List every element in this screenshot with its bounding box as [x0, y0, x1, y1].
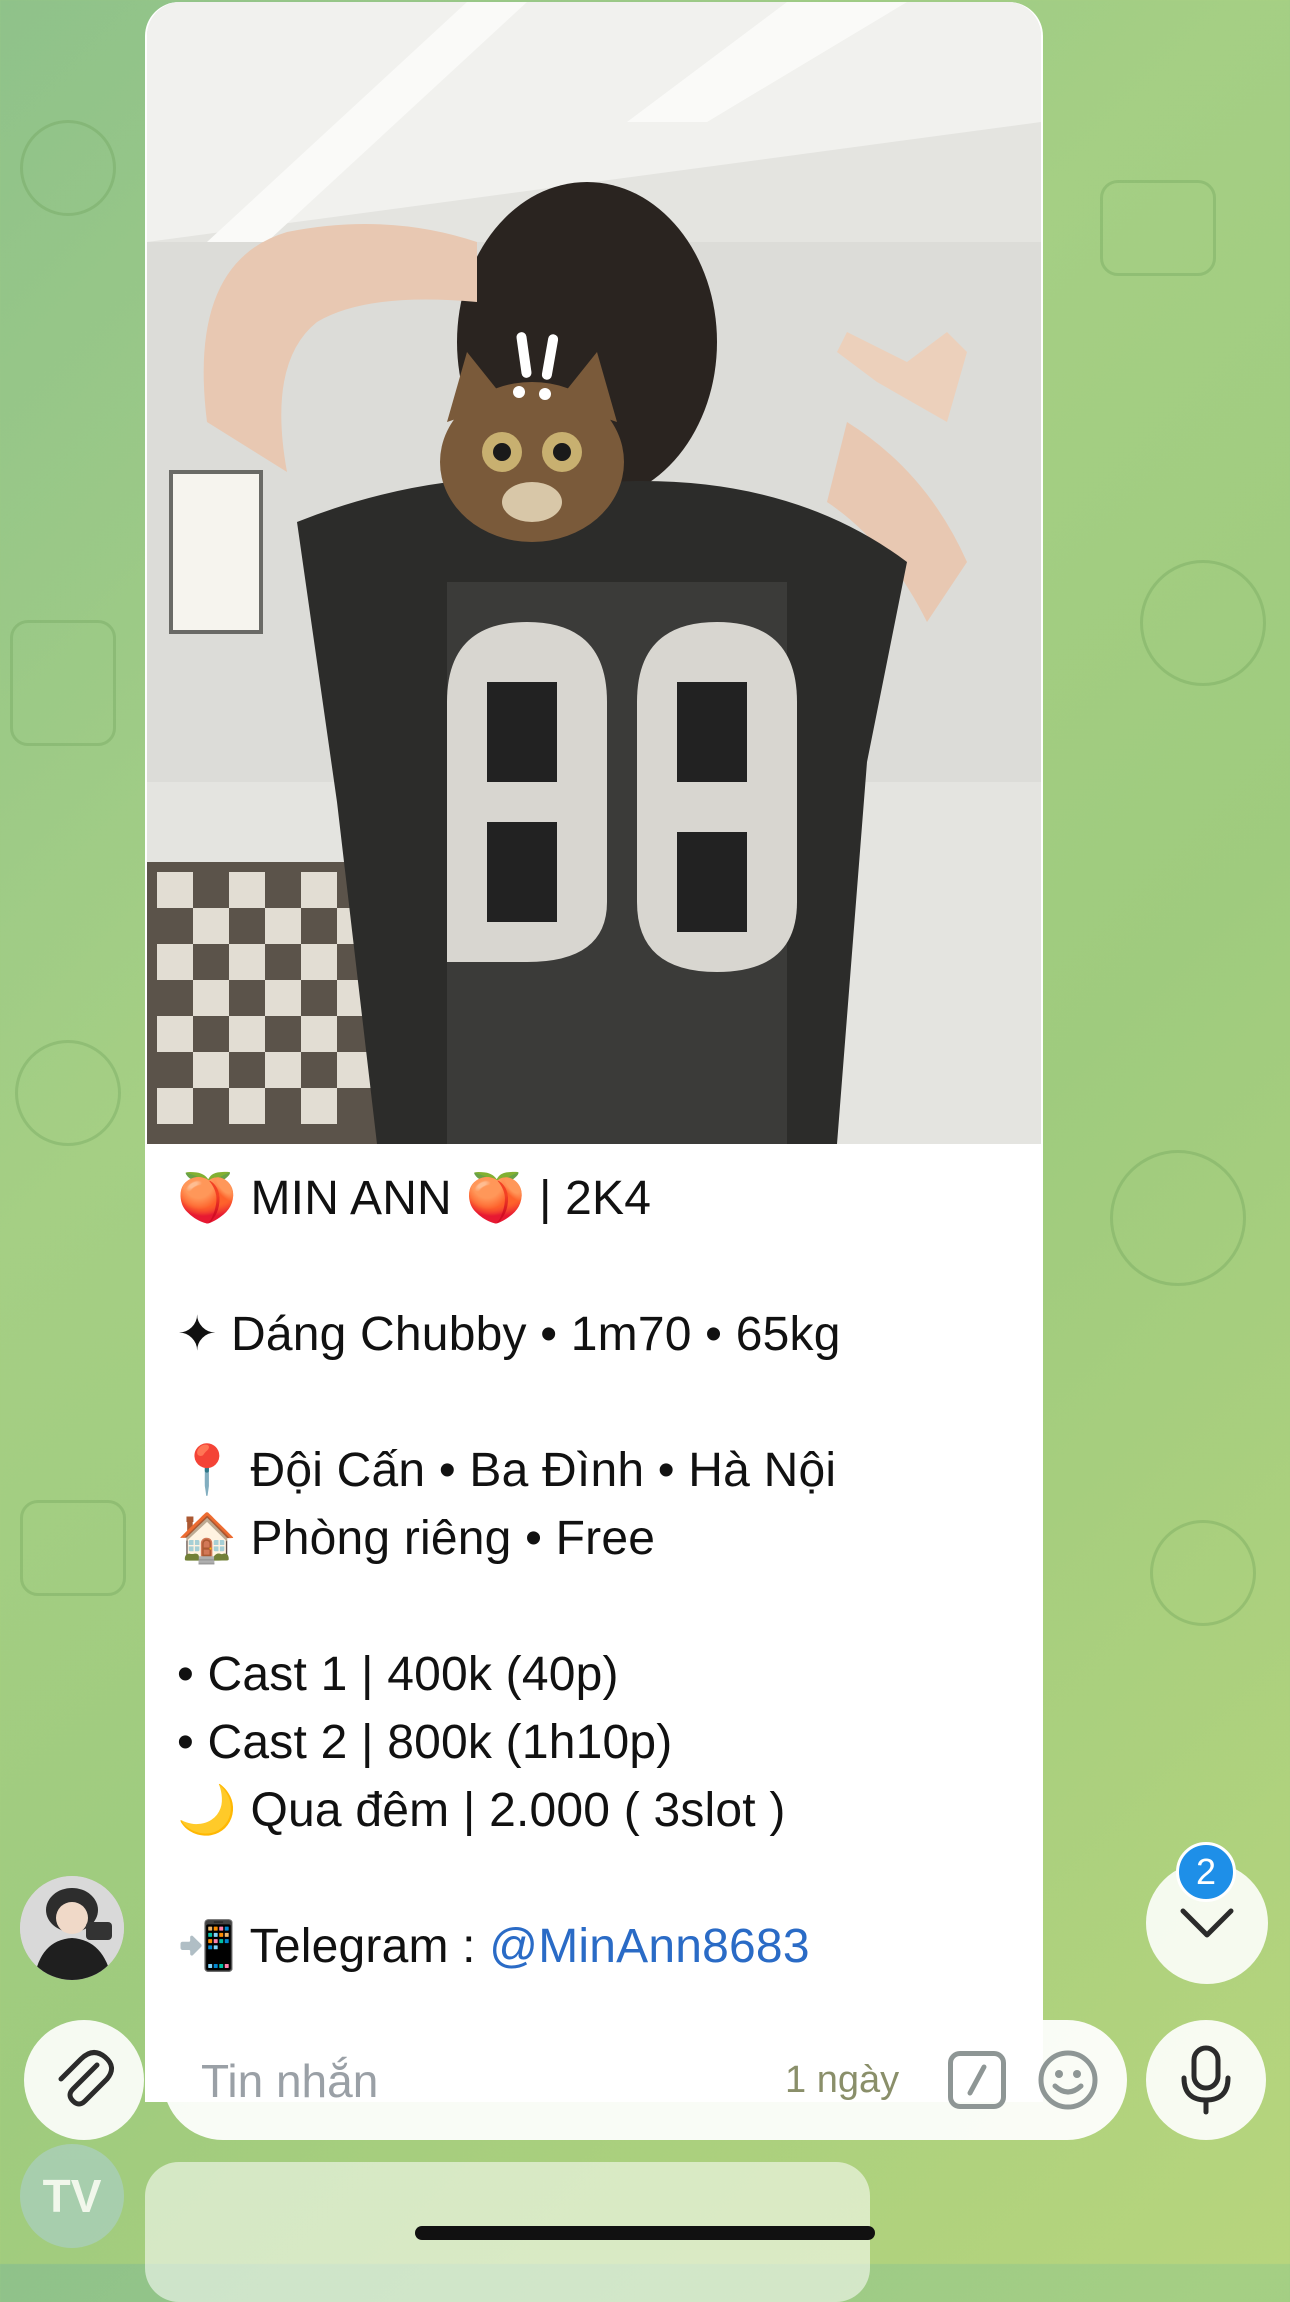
- self-destruct-timer[interactable]: 1 ngày: [785, 2020, 899, 2140]
- caption-body-type: ✦ Dáng Chubby • 1m70 • 65kg: [177, 1308, 841, 1361]
- wallpaper-doodle: [1150, 1520, 1256, 1626]
- wallpaper-doodle: [20, 120, 116, 216]
- caption-telegram: 📲 Telegram : @MinAnn8683: [177, 1913, 1017, 1981]
- message-input[interactable]: [199, 2020, 743, 2142]
- photo-image: [147, 2, 1041, 1144]
- message-caption: 🍑 MIN ANN 🍑 | 2K4 ✦ Dáng Chubby • 1m70 •…: [177, 1165, 1017, 1981]
- telegram-username-link[interactable]: @MinAnn8683: [489, 1920, 809, 1973]
- caption-overnight: 🌙 Qua đêm | 2.000 ( 3slot ): [177, 1784, 786, 1837]
- attach-button[interactable]: [24, 2020, 144, 2140]
- unread-count-badge: 2: [1176, 1842, 1236, 1902]
- microphone-icon: [1181, 2045, 1231, 2115]
- caption-title: 🍑 MIN ANN 🍑 | 2K4: [177, 1172, 652, 1225]
- caption-room: 🏠 Phòng riêng • Free: [177, 1512, 656, 1565]
- caption-telegram-prefix: 📲 Telegram :: [177, 1920, 490, 1973]
- caption-cast2: • Cast 2 | 800k (1h10p): [177, 1716, 673, 1769]
- wallpaper-doodle: [1140, 560, 1266, 686]
- emoji-sticker-icon[interactable]: [1036, 2048, 1100, 2112]
- message-bubble[interactable]: 🍑 MIN ANN 🍑 | 2K4 ✦ Dáng Chubby • 1m70 •…: [145, 2, 1043, 2102]
- bot-commands-button[interactable]: [948, 2051, 1006, 2109]
- sender-avatar-initials[interactable]: TV: [20, 2144, 124, 2248]
- caption-location: 📍 Đội Cấn • Ba Đình • Hà Nội: [177, 1444, 837, 1497]
- wallpaper-doodle: [15, 1040, 121, 1146]
- message-photo[interactable]: [147, 2, 1041, 1144]
- wallpaper-doodle: [10, 620, 116, 746]
- wallpaper-doodle: [1100, 180, 1216, 276]
- chevron-down-icon: [1180, 1908, 1234, 1938]
- wallpaper-doodle: [1110, 1150, 1246, 1286]
- caption-cast1: • Cast 1 | 400k (40p): [177, 1648, 619, 1701]
- wallpaper-doodle: [20, 1500, 126, 1596]
- avatar-image: [20, 1876, 124, 1980]
- voice-message-button[interactable]: [1146, 2020, 1266, 2140]
- slash-command-icon: [967, 2064, 987, 2096]
- sender-avatar[interactable]: [20, 1876, 124, 1980]
- paperclip-icon: [58, 2050, 114, 2107]
- message-composer: 1 ngày: [163, 2020, 1127, 2142]
- home-indicator: [415, 2226, 875, 2240]
